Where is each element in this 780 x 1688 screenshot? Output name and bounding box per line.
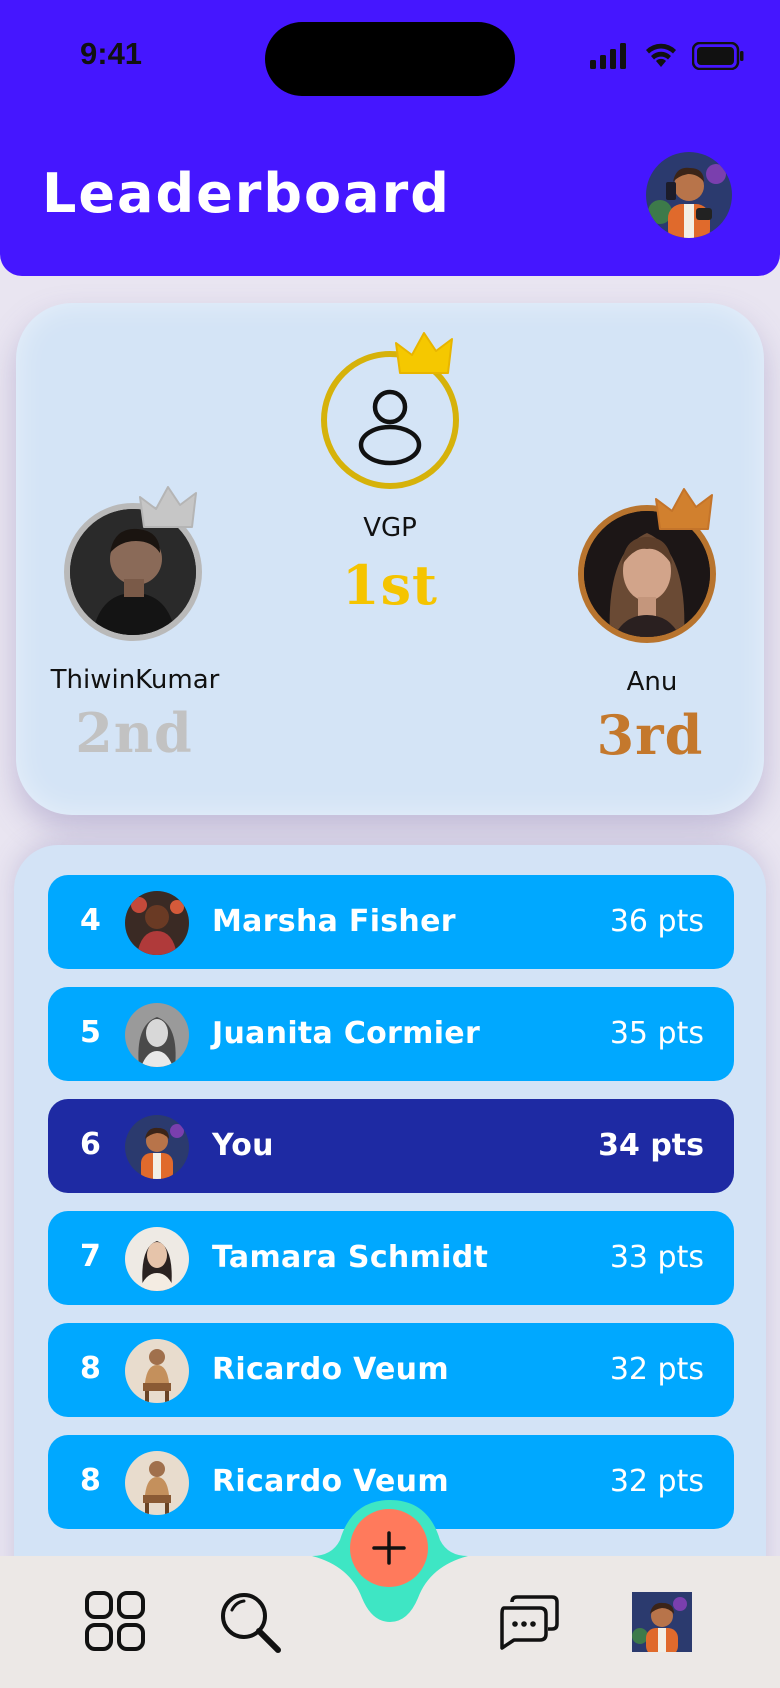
list-item-avatar — [125, 891, 189, 955]
podium-card: VGP 1st ThiwinKumar 2nd Anu 3rd — [16, 303, 764, 815]
list-item-avatar — [125, 1339, 189, 1403]
list-item-name: Ricardo Veum — [212, 1352, 449, 1387]
dynamic-island — [265, 22, 515, 96]
second-place-rank: 2nd — [75, 701, 193, 765]
list-item-rank: 4 — [80, 903, 101, 938]
profile-avatar[interactable] — [646, 152, 732, 238]
list-item-rank: 7 — [80, 1239, 101, 1274]
list-item-name: You — [212, 1128, 274, 1163]
nav-profile-button[interactable] — [632, 1592, 692, 1656]
nav-home-button[interactable] — [84, 1590, 146, 1656]
list-item-avatar — [125, 1451, 189, 1515]
nav-chat-button[interactable] — [496, 1594, 560, 1654]
header-bar: 9:41 Leaderboard — [0, 0, 780, 276]
list-item-avatar — [125, 1003, 189, 1067]
list-item-rank: 8 — [80, 1463, 101, 1498]
bronze-crown-icon — [655, 488, 713, 530]
list-item-points: 34 pts — [598, 1128, 704, 1163]
list-item[interactable]: 8 Ricardo Veum 32 pts — [48, 1323, 734, 1417]
list-item-rank: 8 — [80, 1351, 101, 1386]
list-item-name: Juanita Cormier — [212, 1016, 481, 1051]
list-item-points: 36 pts — [609, 904, 704, 939]
list-item-points: 32 pts — [609, 1352, 704, 1387]
battery-icon — [692, 42, 744, 70]
page-title: Leaderboard — [42, 162, 451, 225]
list-item-rank: 6 — [80, 1127, 101, 1162]
list-item[interactable]: 7 Tamara Schmidt 33 pts — [48, 1211, 734, 1305]
silver-crown-icon — [139, 486, 197, 528]
third-place-name: Anu — [626, 667, 678, 697]
signal-icon — [590, 43, 626, 69]
first-place-rank: 1st — [342, 553, 438, 617]
list-item-name: Tamara Schmidt — [212, 1240, 489, 1275]
list-item[interactable]: 4 Marsha Fisher 36 pts — [48, 875, 734, 969]
list-item-points: 35 pts — [609, 1016, 704, 1051]
chat-icon — [500, 1595, 559, 1650]
status-time: 9:41 — [80, 36, 143, 71]
profile-avatar — [632, 1592, 692, 1656]
third-place-rank: 3rd — [596, 703, 704, 767]
first-place-name: VGP — [363, 513, 417, 543]
search-icon — [221, 1593, 281, 1653]
add-button[interactable] — [350, 1509, 428, 1587]
list-item-rank: 5 — [80, 1015, 101, 1050]
list-item[interactable]: 5 Juanita Cormier 35 pts — [48, 987, 734, 1081]
list-item-avatar — [125, 1115, 189, 1179]
list-item-points: 32 pts — [609, 1464, 704, 1499]
nav-search-button[interactable] — [218, 1590, 284, 1660]
list-item-name: Marsha Fisher — [212, 904, 456, 939]
list-item-points: 33 pts — [609, 1240, 704, 1275]
plus-icon — [372, 1531, 406, 1565]
gold-crown-icon — [395, 332, 453, 374]
second-place-name: ThiwinKumar — [50, 665, 220, 695]
list-item-current-user[interactable]: 6 You 34 pts — [48, 1099, 734, 1193]
list-item-avatar — [125, 1227, 189, 1291]
grid-icon — [85, 1591, 145, 1651]
status-icons — [590, 42, 744, 70]
wifi-icon — [646, 43, 676, 67]
